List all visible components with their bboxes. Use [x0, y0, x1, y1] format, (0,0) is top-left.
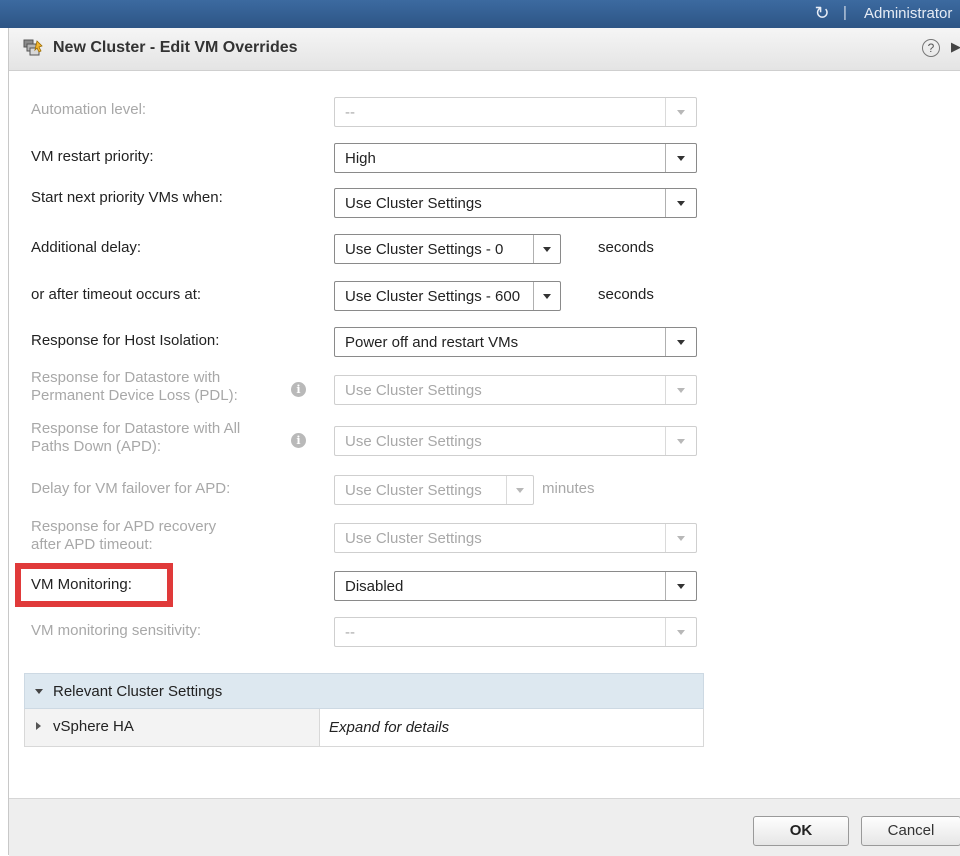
additional-delay-select[interactable]: Use Cluster Settings - 0 [334, 234, 561, 264]
additional-delay-label: Additional delay: [31, 239, 142, 256]
chevron-down-icon [506, 476, 533, 504]
app-header: ↻ | Administrator [0, 0, 960, 28]
additional-delay-unit: seconds [598, 239, 654, 256]
timeout-unit: seconds [598, 286, 654, 303]
timeout-label: or after timeout occurs at: [31, 286, 202, 303]
apd-value: Use Cluster Settings [345, 433, 482, 450]
vm-monitoring-value: Disabled [345, 578, 404, 595]
ok-button[interactable]: OK [753, 816, 849, 846]
host-isolation-label: Response for Host Isolation: [31, 332, 220, 349]
restart-priority-select[interactable]: High [334, 143, 697, 173]
additional-delay-value: Use Cluster Settings - 0 [345, 241, 504, 258]
header-separator: | [843, 4, 847, 21]
relevant-settings-header[interactable]: Relevant Cluster Settings [24, 673, 704, 709]
expand-icon[interactable] [36, 722, 41, 730]
apd-select: Use Cluster Settings [334, 426, 697, 456]
apd-recovery-value: Use Cluster Settings [345, 530, 482, 547]
apd-delay-label: Delay for VM failover for APD: [31, 480, 231, 497]
help-icon[interactable]: ? [922, 39, 940, 57]
apd-recovery-label-line1: Response for APD recovery [31, 518, 217, 535]
restart-priority-value: High [345, 150, 376, 167]
vsphere-ha-cell: vSphere HA [25, 709, 320, 746]
start-next-value: Use Cluster Settings [345, 195, 482, 212]
timeout-value: Use Cluster Settings - 600 [345, 288, 521, 305]
monitoring-sensitivity-select: -- [334, 617, 697, 647]
chevron-down-icon [665, 524, 696, 552]
apd-delay-unit: minutes [542, 480, 595, 497]
vsphere-ha-detail: Expand for details [329, 719, 450, 736]
automation-level-select: -- [334, 97, 697, 127]
monitoring-sensitivity-label: VM monitoring sensitivity: [31, 622, 202, 639]
info-icon[interactable]: i [291, 382, 306, 397]
cluster-icon [23, 39, 43, 56]
automation-level-value: -- [345, 104, 355, 121]
monitoring-sensitivity-value: -- [345, 624, 355, 641]
chevron-down-icon[interactable] [533, 282, 560, 310]
cancel-button[interactable]: Cancel [861, 816, 960, 846]
chevron-down-icon[interactable] [665, 328, 696, 356]
apd-recovery-select: Use Cluster Settings [334, 523, 697, 553]
pdl-label-line2: Permanent Device Loss (PDL): [31, 387, 238, 404]
collapse-icon[interactable] [35, 689, 43, 694]
dialog-titlebar: New Cluster - Edit VM Overrides ? ▶| [9, 28, 960, 71]
restart-priority-label: VM restart priority: [31, 148, 154, 165]
dialog-footer: OK Cancel [9, 798, 960, 856]
chevron-down-icon [665, 427, 696, 455]
apd-label: Response for Datastore with All Paths Do… [31, 420, 240, 456]
start-next-select[interactable]: Use Cluster Settings [334, 188, 697, 218]
vsphere-ha-row[interactable]: vSphere HA Expand for details [24, 709, 704, 747]
relevant-settings-panel: Relevant Cluster Settings vSphere HA Exp… [24, 673, 704, 749]
apd-delay-value: Use Cluster Settings [345, 482, 482, 499]
chevron-down-icon [665, 618, 696, 646]
refresh-icon[interactable]: ↻ [812, 3, 832, 23]
apd-label-line2: Paths Down (APD): [31, 438, 162, 455]
timeout-select[interactable]: Use Cluster Settings - 600 [334, 281, 561, 311]
automation-level-label: Automation level: [31, 101, 147, 118]
host-isolation-value: Power off and restart VMs [345, 334, 519, 351]
apd-delay-select: Use Cluster Settings [334, 475, 534, 505]
user-menu[interactable]: Administrator [864, 5, 952, 22]
pdl-value: Use Cluster Settings [345, 382, 482, 399]
pdl-select: Use Cluster Settings [334, 375, 697, 405]
chevron-down-icon[interactable] [533, 235, 560, 263]
vsphere-ha-label: vSphere HA [53, 718, 134, 735]
highlight-box [15, 563, 173, 607]
expand-panel-icon[interactable]: ▶| [951, 39, 960, 55]
chevron-down-icon[interactable] [665, 572, 696, 600]
start-next-label: Start next priority VMs when: [31, 189, 223, 206]
apd-recovery-label: Response for APD recovery after APD time… [31, 518, 216, 554]
apd-label-line1: Response for Datastore with All [31, 420, 241, 437]
chevron-down-icon[interactable] [665, 189, 696, 217]
chevron-down-icon [665, 98, 696, 126]
host-isolation-select[interactable]: Power off and restart VMs [334, 327, 697, 357]
info-icon[interactable]: i [291, 433, 306, 448]
pdl-label: Response for Datastore with Permanent De… [31, 369, 238, 405]
chevron-down-icon [665, 376, 696, 404]
dialog-title: New Cluster - Edit VM Overrides [53, 39, 298, 56]
edit-vm-overrides-dialog: New Cluster - Edit VM Overrides ? ▶| Aut… [8, 28, 960, 856]
vm-monitoring-select[interactable]: Disabled [334, 571, 697, 601]
pdl-label-line1: Response for Datastore with [31, 369, 221, 386]
apd-recovery-label-line2: after APD timeout: [31, 536, 153, 553]
relevant-settings-title: Relevant Cluster Settings [53, 683, 223, 700]
chevron-down-icon[interactable] [665, 144, 696, 172]
